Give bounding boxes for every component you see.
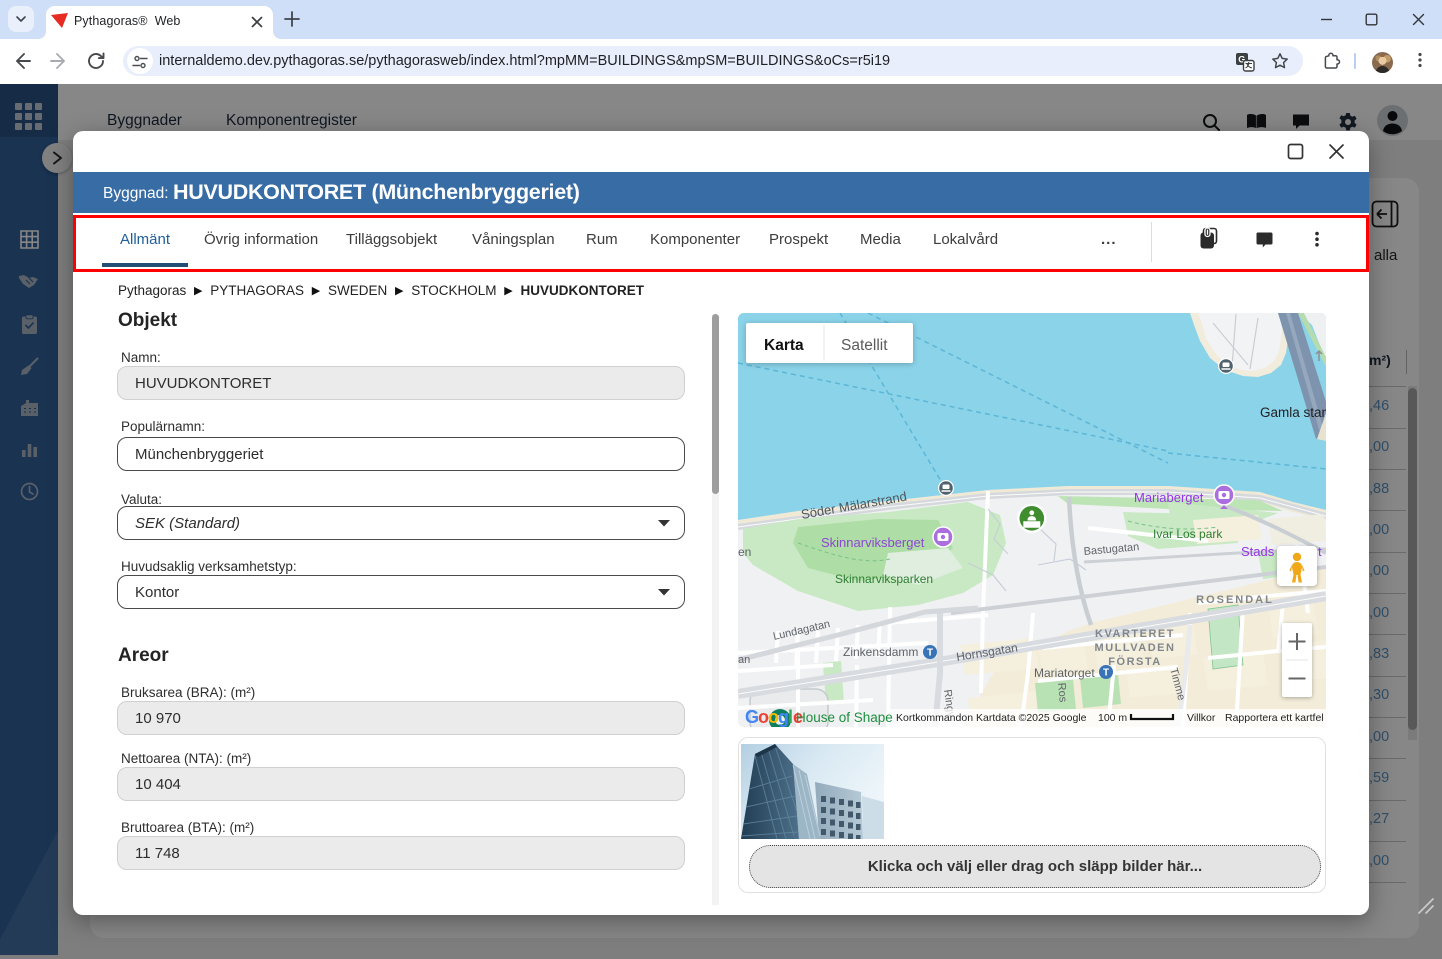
svg-text:Gamla stan: Gamla stan [1260,405,1326,420]
svg-text:House of Shape: House of Shape [796,710,893,725]
svg-text:T: T [927,648,933,659]
svg-text:ROSENDAL: ROSENDAL [1196,594,1274,606]
svg-text:T: T [1103,668,1109,679]
svg-text:Ros: Ros [1055,682,1069,703]
svg-text:an: an [738,654,750,666]
svg-text:Kortkommandon: Kortkommandon [896,712,973,724]
svg-text:Stads: Stads [1241,544,1275,559]
svg-text:Villkor: Villkor [1187,712,1216,724]
svg-text:KVARTERET: KVARTERET [1095,628,1175,640]
svg-text:Rapportera ett kartfel: Rapportera ett kartfel [1225,712,1324,724]
svg-text:en: en [738,545,751,559]
svg-text:Mariaberget: Mariaberget [1134,490,1204,505]
svg-text:MULLVADEN: MULLVADEN [1095,642,1176,654]
svg-text:Mariatorget: Mariatorget [1034,666,1095,680]
svg-text:t: t [1318,544,1322,559]
svg-text:Skinnarviksberget: Skinnarviksberget [821,535,925,550]
svg-text:Karta: Karta [764,337,804,354]
svg-text:FÖRSTA: FÖRSTA [1108,655,1161,668]
svg-text:Zinkensdamm: Zinkensdamm [843,645,918,659]
svg-text:100 m: 100 m [1098,712,1127,724]
svg-text:Satellit: Satellit [841,337,888,354]
svg-text:Ivar Los park: Ivar Los park [1153,527,1223,541]
svg-text:G: G [745,707,759,727]
svg-text:Kartdata ©2025 Google: Kartdata ©2025 Google [976,712,1087,724]
svg-text:Skinnarviksparken: Skinnarviksparken [835,572,933,586]
